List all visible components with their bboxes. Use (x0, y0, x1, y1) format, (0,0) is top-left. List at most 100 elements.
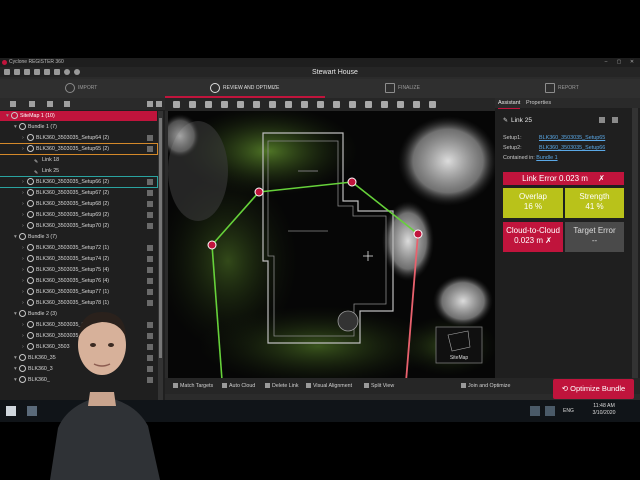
setup-marker[interactable] (413, 229, 423, 239)
optimize-bundle-label: Optimize Bundle (570, 384, 626, 393)
tree-item-setup[interactable]: › BLK360_3503035_Setup67 (2) (0, 188, 157, 198)
view-icon[interactable] (397, 101, 404, 108)
join-and-optimize-button[interactable]: Join and Optimize (461, 381, 510, 391)
box-icon[interactable] (381, 101, 388, 108)
cloud-icon[interactable] (333, 101, 340, 108)
close-icon[interactable]: ✕ (626, 58, 638, 67)
filter-icon[interactable] (64, 101, 70, 107)
sitemap-viewport[interactable]: SiteMap (168, 111, 495, 378)
setup-icon (19, 376, 26, 384)
setup1-link[interactable]: BLK360_3503035_Setup65 (539, 135, 605, 141)
setup2-link[interactable]: BLK360_3503035_Setup66 (539, 145, 605, 151)
language-indicator[interactable]: ENG (563, 408, 574, 414)
select-icon[interactable] (221, 101, 228, 108)
tree-item-sitemap[interactable]: ▾ SiteMap 1 (10) (0, 111, 157, 121)
tree-item-bundle[interactable]: ▾ Bundle 3 (7) (0, 232, 157, 242)
match-targets-button[interactable]: Match Targets (173, 381, 213, 391)
tool-icon[interactable] (34, 69, 40, 75)
tree-item-setup[interactable]: › BLK360_3503035_Setup66 (2) (0, 176, 158, 188)
zoom-icon[interactable] (205, 101, 212, 108)
system-clock[interactable]: 11:48 AM 3/10/2020 (588, 403, 620, 417)
report-icon[interactable] (599, 117, 605, 123)
tree-item-setup[interactable]: › BLK360_3503035_Setup75 (4) (0, 265, 157, 275)
scan-thumbnail-icon[interactable] (147, 179, 153, 185)
auto-cloud-button[interactable]: Auto Cloud (222, 381, 255, 391)
scan-thumbnail-icon[interactable] (147, 278, 153, 284)
scale-icon[interactable] (349, 101, 356, 108)
edit-icon[interactable] (285, 101, 292, 108)
camera-icon[interactable] (237, 101, 244, 108)
scan-thumbnail-icon[interactable] (147, 190, 153, 196)
scan-thumbnail-icon[interactable] (147, 267, 153, 273)
tree-item-bundle[interactable]: ▾ Bundle 1 (7) (0, 122, 157, 132)
app-logo-icon (2, 60, 7, 65)
tab-assistant[interactable]: Assistant (498, 98, 521, 109)
point-cloud-view[interactable]: SiteMap (168, 111, 495, 378)
tree-item-setup[interactable]: › BLK360_3503035_Setup65 (2) (0, 143, 158, 155)
maximize-icon[interactable]: ▢ (613, 58, 625, 67)
start-icon[interactable] (6, 406, 16, 416)
filter-icon[interactable] (413, 101, 420, 108)
scan-thumbnail-icon[interactable] (147, 146, 153, 152)
export-icon[interactable] (54, 69, 60, 75)
tray-icon[interactable] (530, 406, 540, 416)
split-view-button[interactable]: Split View (364, 381, 394, 391)
layers-icon[interactable] (47, 101, 53, 107)
tree-item-link[interactable]: ✎ Link 25 (0, 166, 157, 176)
tab-import[interactable]: IMPORT (65, 79, 97, 98)
tree-item-setup[interactable]: › BLK360_3503035_Setup70 (2) (0, 221, 157, 231)
tree-item-setup[interactable]: › BLK360_3503035_Setup76 (4) (0, 276, 157, 286)
search-icon[interactable] (27, 406, 37, 416)
pin-icon[interactable] (365, 101, 372, 108)
grid-icon[interactable] (44, 69, 50, 75)
overlap-value: 16 % (523, 202, 543, 211)
save-icon[interactable] (14, 69, 20, 75)
scan-thumbnail-icon[interactable] (147, 256, 153, 262)
tree-item-label: BLK360_3503035_Setup66 (2) (36, 179, 110, 185)
tree-item-setup[interactable]: › BLK360_3503035_Setup69 (2) (0, 210, 157, 220)
scan-thumbnail-icon[interactable] (147, 135, 153, 141)
scan-thumbnail-icon[interactable] (147, 245, 153, 251)
tree-item-setup[interactable]: › BLK360_3503035_Setup74 (2) (0, 254, 157, 264)
network-icon[interactable] (545, 406, 555, 416)
split-icon[interactable] (429, 101, 436, 108)
link-title: Link 25 (511, 117, 532, 124)
grid-icon[interactable] (269, 101, 276, 108)
tab-report[interactable]: REPORT (545, 79, 579, 98)
tree-item-setup[interactable]: › BLK360_3503035_Setup68 (2) (0, 199, 157, 209)
collapse-icon[interactable] (156, 101, 162, 107)
measure-icon[interactable] (301, 101, 308, 108)
setup-marker[interactable] (347, 177, 357, 187)
help-icon[interactable] (74, 69, 80, 75)
scan-thumbnail-icon[interactable] (147, 223, 153, 229)
tree-item-setup[interactable]: › BLK360_3503035_Setup77 (1) (0, 287, 157, 297)
target-error-tile: Target Error -- (565, 222, 624, 252)
camera-icon[interactable] (10, 101, 16, 107)
tab-finalize[interactable]: FINALIZE (385, 79, 420, 98)
minimize-icon[interactable]: – (600, 58, 612, 67)
scan-thumbnail-icon[interactable] (147, 201, 153, 207)
panel-scrollbar[interactable] (632, 108, 638, 378)
open-folder-icon[interactable] (4, 69, 10, 75)
scan-thumbnail-icon[interactable] (147, 289, 153, 295)
tree-item-setup[interactable]: › BLK360_3503035_Setup64 (2) (0, 133, 157, 143)
scan-thumbnail-icon[interactable] (147, 212, 153, 218)
tree-item-setup[interactable]: › BLK360_3503035_Setup72 (1) (0, 243, 157, 253)
layers-icon[interactable] (253, 101, 260, 108)
rotate-icon[interactable] (189, 101, 196, 108)
expand-icon[interactable] (147, 101, 153, 107)
tab-properties[interactable]: Properties (526, 98, 551, 108)
setup-marker[interactable] (207, 240, 217, 250)
tree-item-link[interactable]: ✎ Link 18 (0, 155, 157, 165)
link-icon[interactable] (29, 101, 35, 107)
gear-icon[interactable] (64, 69, 70, 75)
setup-marker[interactable] (254, 187, 264, 197)
pan-icon[interactable] (173, 101, 180, 108)
target-icon[interactable] (317, 101, 324, 108)
visual-alignment-button[interactable]: Visual Alignment (306, 381, 352, 391)
delete-link-button[interactable]: Delete Link (265, 381, 299, 391)
bundle-link[interactable]: Bundle 1 (536, 155, 557, 161)
optimize-bundle-button[interactable]: ⟲ Optimize Bundle (553, 379, 634, 399)
settings-icon[interactable] (24, 69, 30, 75)
grid-icon[interactable] (612, 117, 618, 123)
